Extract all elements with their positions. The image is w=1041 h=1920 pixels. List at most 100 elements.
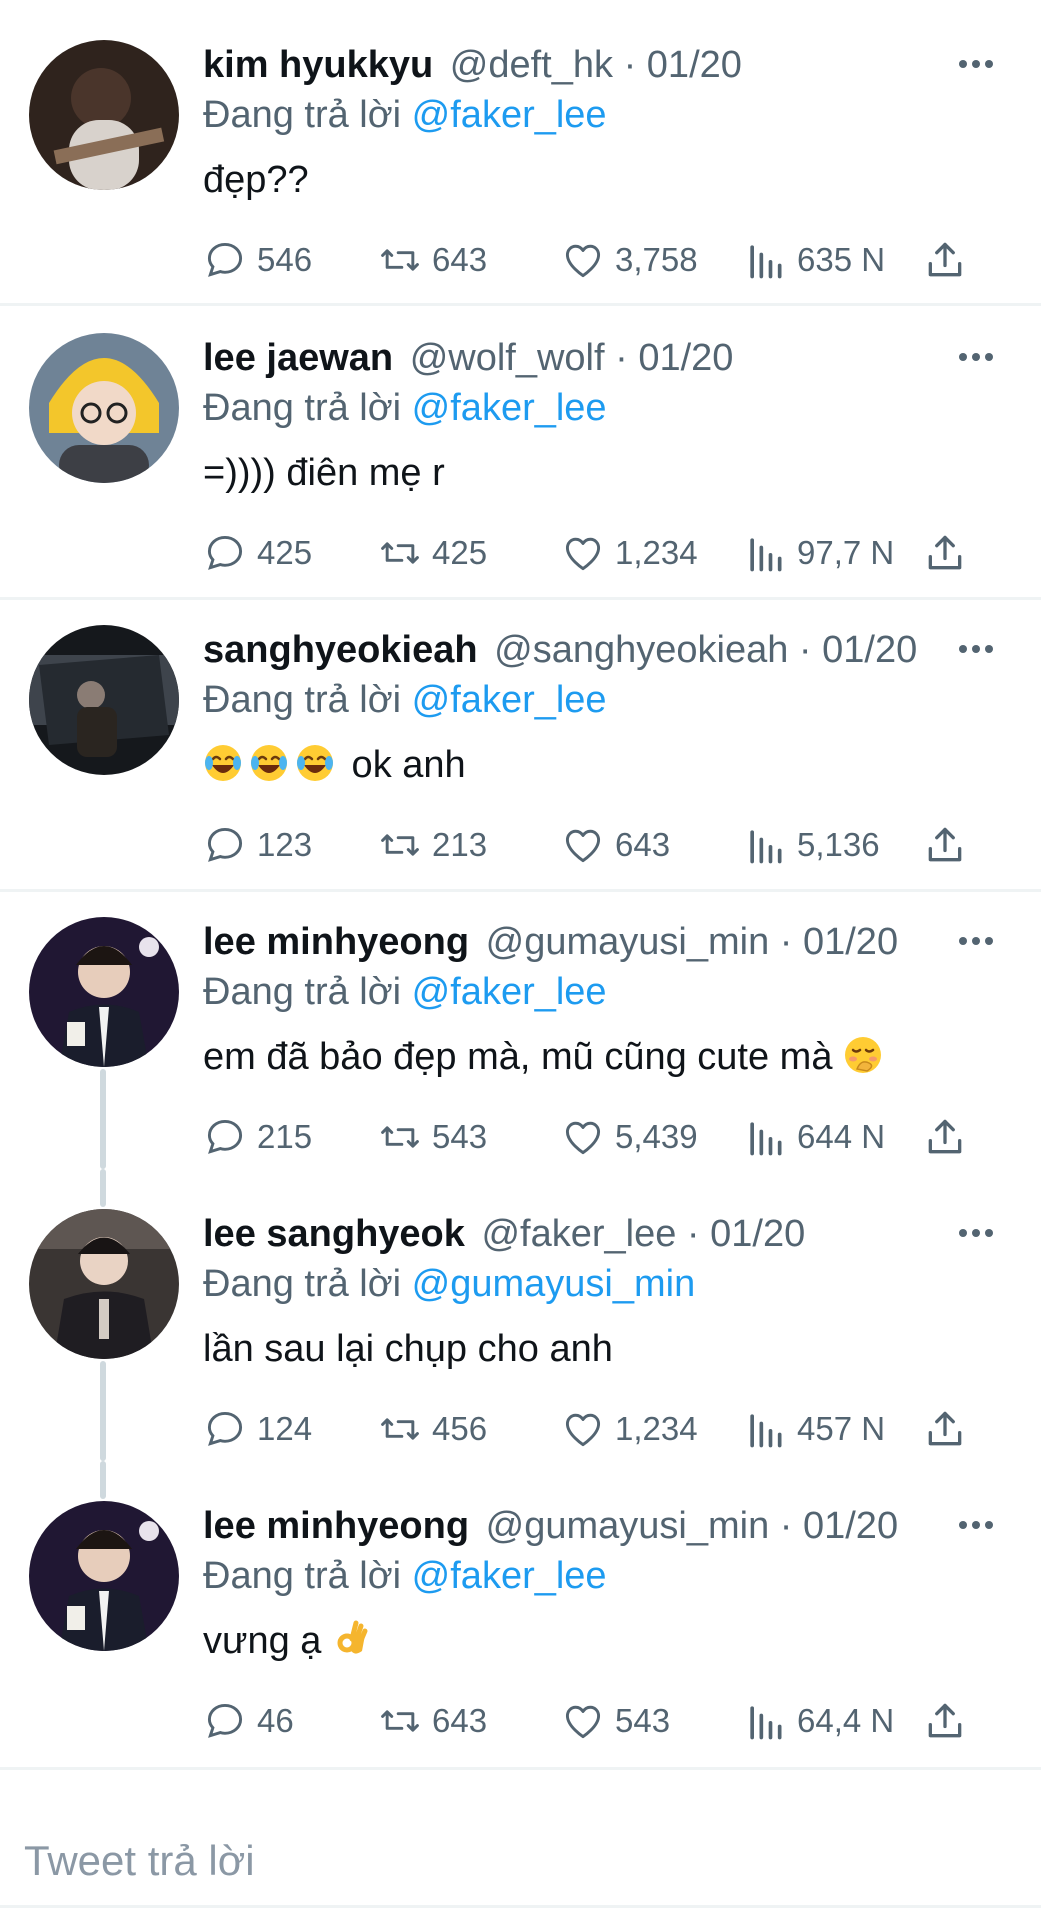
- tweet-date[interactable]: 01/20: [647, 44, 742, 86]
- retweet-count: 543: [432, 1118, 488, 1155]
- views-button[interactable]: 97,7 N: [743, 528, 894, 578]
- replying-to-handle[interactable]: @faker_lee: [412, 679, 607, 721]
- like-count: 643: [615, 826, 671, 863]
- avatar[interactable]: [29, 1209, 179, 1359]
- retweet-icon: [381, 542, 419, 564]
- reply-count: 123: [257, 826, 313, 863]
- like-button[interactable]: 3,758: [561, 235, 698, 285]
- more-icon[interactable]: [959, 640, 1003, 660]
- more-icon[interactable]: [959, 932, 1003, 952]
- reply-icon: [207, 535, 243, 570]
- reply-button[interactable]: 123: [203, 820, 312, 870]
- more-icon[interactable]: [959, 348, 1003, 368]
- tweet-date[interactable]: 01/20: [803, 921, 898, 963]
- reply-button[interactable]: 124: [203, 1404, 312, 1454]
- replying-to-handle[interactable]: @faker_lee: [412, 94, 607, 136]
- shy-face-emoji-icon: [843, 1035, 883, 1075]
- tweet-date[interactable]: 01/20: [710, 1213, 805, 1255]
- author-name[interactable]: sanghyeokieah: [203, 629, 478, 671]
- replying-to-handle[interactable]: @faker_lee: [412, 1555, 607, 1597]
- like-icon: [565, 829, 601, 863]
- retweet-button[interactable]: 213: [378, 820, 487, 870]
- tweet[interactable]: lee jaewan @wolf_wolf · 01/20 Đang trả l…: [0, 293, 1041, 585]
- tweet-date[interactable]: 01/20: [822, 629, 917, 671]
- reply-button[interactable]: 46: [203, 1696, 294, 1746]
- replying-to-handle[interactable]: @faker_lee: [412, 971, 607, 1013]
- avatar[interactable]: [29, 625, 179, 775]
- reply-button[interactable]: 546: [203, 235, 312, 285]
- avatar[interactable]: [29, 917, 179, 1067]
- author-handle[interactable]: @gumayusi_min: [486, 1505, 770, 1547]
- views-button[interactable]: 635 N: [743, 235, 885, 285]
- views-button[interactable]: 457 N: [743, 1404, 885, 1454]
- tweet-date[interactable]: 01/20: [803, 1505, 898, 1547]
- author-handle[interactable]: @wolf_wolf: [410, 337, 605, 379]
- tweet[interactable]: lee minhyeong @gumayusi_min · 01/20 Đang…: [0, 877, 1041, 1169]
- author-name[interactable]: lee sanghyeok: [203, 1213, 465, 1255]
- share-button[interactable]: [923, 235, 977, 285]
- tweet[interactable]: lee minhyeong @gumayusi_min · 01/20 Đang…: [0, 1461, 1041, 1761]
- tweet[interactable]: kim hyukkyu @deft_hk · 01/20 Đang trả lờ…: [0, 0, 1041, 300]
- retweet-button[interactable]: 456: [378, 1404, 487, 1454]
- reply-button[interactable]: 215: [203, 1112, 312, 1162]
- separator-dot: ·: [769, 1505, 803, 1547]
- reply-icon: [207, 1411, 243, 1446]
- retweet-button[interactable]: 543: [378, 1112, 487, 1162]
- thread-line: [100, 1169, 106, 1207]
- share-button[interactable]: [923, 1696, 977, 1746]
- laughing-crying-emoji-icon: [203, 743, 243, 783]
- author-handle[interactable]: @faker_lee: [481, 1213, 676, 1255]
- retweet-count: 213: [432, 826, 488, 863]
- retweet-button[interactable]: 643: [378, 235, 487, 285]
- replying-to: Đang trả lời @faker_lee: [203, 383, 607, 433]
- like-button[interactable]: 643: [561, 820, 670, 870]
- tweet[interactable]: sanghyeokieah @sanghyeokieah · 01/20 Đan…: [0, 585, 1041, 877]
- tweet-date[interactable]: 01/20: [638, 337, 733, 379]
- views-button[interactable]: 644 N: [743, 1112, 885, 1162]
- avatar[interactable]: [29, 40, 179, 190]
- replying-prefix: Đang trả lời: [203, 1263, 402, 1305]
- more-icon[interactable]: [959, 1224, 1003, 1244]
- tweet-text: vưng ạ: [203, 1620, 332, 1662]
- like-count: 5,439: [615, 1118, 698, 1155]
- tweet-actions: 123 213 643 5,136: [203, 820, 983, 870]
- share-icon: [928, 827, 962, 862]
- like-button[interactable]: 1,234: [561, 528, 698, 578]
- author-handle[interactable]: @deft_hk: [450, 44, 613, 86]
- author-name[interactable]: lee minhyeong: [203, 1505, 469, 1547]
- views-icon: [750, 830, 782, 864]
- author-handle[interactable]: @sanghyeokieah: [494, 629, 788, 671]
- author-handle[interactable]: @gumayusi_min: [486, 921, 770, 963]
- retweet-button[interactable]: 643: [378, 1696, 487, 1746]
- share-button[interactable]: [923, 528, 977, 578]
- retweet-button[interactable]: 425: [378, 528, 487, 578]
- avatar[interactable]: [29, 1501, 179, 1651]
- more-icon[interactable]: [959, 1516, 1003, 1536]
- like-icon: [565, 1413, 601, 1447]
- views-button[interactable]: 5,136: [743, 820, 880, 870]
- views-count: 97,7 N: [797, 534, 895, 571]
- share-button[interactable]: [923, 1404, 977, 1454]
- tweet[interactable]: lee sanghyeok @faker_lee · 01/20 Đang tr…: [0, 1169, 1041, 1461]
- author-name[interactable]: lee minhyeong: [203, 921, 469, 963]
- reply-composer[interactable]: Tweet trả lời: [0, 1767, 1041, 1920]
- like-button[interactable]: 1,234: [561, 1404, 698, 1454]
- reply-input[interactable]: Tweet trả lời: [24, 1837, 255, 1885]
- replying-to-handle[interactable]: @gumayusi_min: [412, 1263, 696, 1305]
- like-button[interactable]: 5,439: [561, 1112, 698, 1162]
- more-icon[interactable]: [959, 55, 1003, 75]
- share-icon: [928, 535, 962, 570]
- replying-to: Đang trả lời @faker_lee: [203, 90, 607, 140]
- author-name[interactable]: lee jaewan: [203, 337, 393, 379]
- share-button[interactable]: [923, 1112, 977, 1162]
- like-button[interactable]: 543: [561, 1696, 670, 1746]
- replying-to-handle[interactable]: @faker_lee: [412, 387, 607, 429]
- tweet-text: lần sau lại chụp cho anh: [203, 1328, 613, 1370]
- views-button[interactable]: 64,4 N: [743, 1696, 894, 1746]
- author-name[interactable]: kim hyukkyu: [203, 44, 433, 86]
- retweet-icon: [381, 1126, 419, 1148]
- share-button[interactable]: [923, 820, 977, 870]
- reply-button[interactable]: 425: [203, 528, 312, 578]
- tweet-text: em đã bảo đẹp mà, mũ cũng cute mà: [203, 1036, 844, 1078]
- avatar[interactable]: [29, 333, 179, 483]
